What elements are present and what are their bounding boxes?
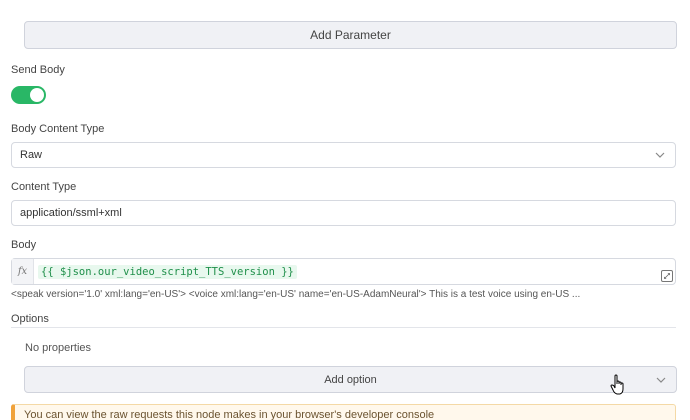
divider: [11, 327, 676, 328]
chevron-down-icon: [655, 152, 665, 158]
content-type-input[interactable]: application/ssml+xml: [11, 200, 676, 226]
hand-pointer-icon: [610, 374, 624, 395]
chevron-down-icon: [656, 377, 666, 383]
send-body-toggle[interactable]: [11, 86, 46, 104]
options-label: Options: [11, 313, 49, 325]
send-body-label: Send Body: [11, 64, 65, 76]
expand-icon[interactable]: [661, 270, 673, 282]
body-expression-value: {{ $json.our_video_script_TTS_version }}: [38, 264, 297, 279]
body-content-type-value: Raw: [20, 149, 43, 161]
body-label: Body: [11, 239, 37, 251]
body-expression-input[interactable]: fx {{ $json.our_video_script_TTS_version…: [11, 258, 676, 285]
no-properties-text: No properties: [25, 342, 92, 354]
body-content-type-label: Body Content Type: [11, 123, 105, 135]
add-option-label: Add option: [324, 373, 377, 386]
add-parameter-button[interactable]: Add Parameter: [24, 21, 677, 49]
body-preview: <speak version='1.0' xml:lang='en-US'> <…: [11, 289, 581, 300]
content-type-label: Content Type: [11, 181, 77, 193]
content-type-value: application/ssml+xml: [20, 207, 122, 219]
developer-console-notice: You can view the raw requests this node …: [11, 404, 676, 420]
fx-icon: fx: [12, 259, 34, 284]
body-content-type-select[interactable]: Raw: [11, 142, 676, 168]
add-option-button[interactable]: Add option: [24, 366, 677, 393]
toggle-knob: [30, 88, 44, 102]
